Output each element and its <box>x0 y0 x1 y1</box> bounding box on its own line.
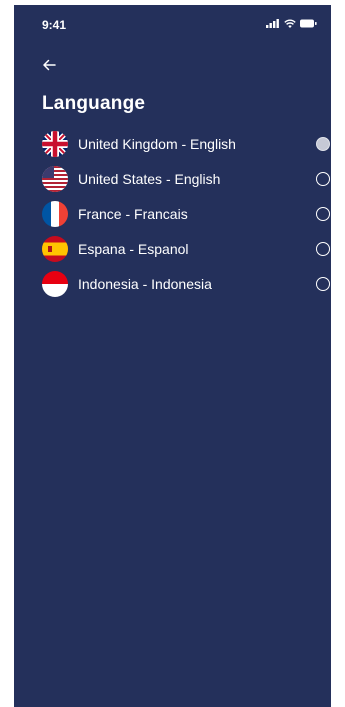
indonesia-flag-icon <box>42 270 68 297</box>
page-title: Languange <box>42 93 146 114</box>
signal-icon <box>266 19 280 28</box>
language-label: Espana - Espanol <box>78 240 189 257</box>
status-icons <box>266 19 317 28</box>
language-label: France - Francais <box>78 205 188 222</box>
battery-icon <box>300 19 317 28</box>
arrow-left-icon[interactable] <box>40 55 60 75</box>
wifi-icon <box>284 19 296 28</box>
radio-button[interactable] <box>316 241 330 256</box>
france-flag-icon <box>42 200 68 227</box>
language-label: United Kingdom - English <box>78 135 236 152</box>
uk-flag-icon <box>42 130 68 157</box>
radio-button[interactable] <box>316 171 330 186</box>
back-button[interactable] <box>40 55 60 75</box>
language-item-uk[interactable]: United Kingdom - English <box>42 126 330 161</box>
language-list: United Kingdom - English United States -… <box>42 126 330 301</box>
spain-flag-icon <box>42 235 68 262</box>
language-item-us[interactable]: United States - English <box>42 161 330 196</box>
language-item-indonesia[interactable]: Indonesia - Indonesia <box>42 266 330 301</box>
us-flag-icon <box>42 165 68 192</box>
status-time: 9:41 <box>42 18 67 32</box>
status-bar: 9:41 <box>14 5 331 45</box>
language-label: Indonesia - Indonesia <box>78 275 212 292</box>
language-screen: 9:41 Languange United Kingdom - English … <box>14 5 331 707</box>
radio-button-selected[interactable] <box>316 136 330 151</box>
radio-button[interactable] <box>316 276 330 291</box>
language-label: United States - English <box>78 170 221 187</box>
language-item-spain[interactable]: Espana - Espanol <box>42 231 330 266</box>
radio-button[interactable] <box>316 206 330 221</box>
language-item-france[interactable]: France - Francais <box>42 196 330 231</box>
